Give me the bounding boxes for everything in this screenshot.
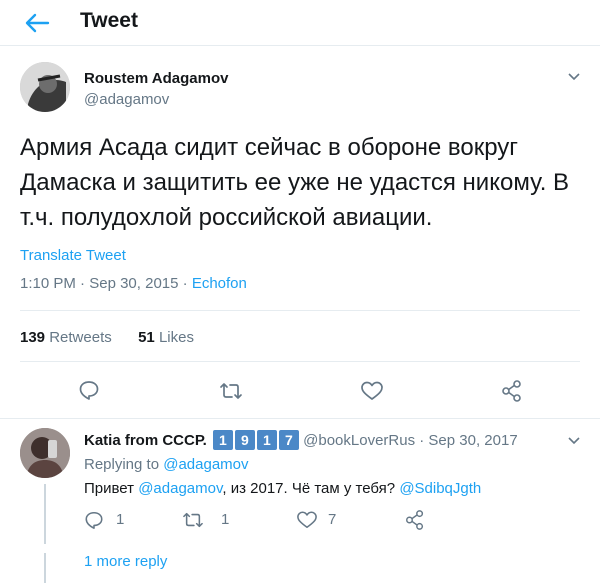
page-title: Tweet bbox=[80, 9, 138, 32]
reply-reply-count: 1 bbox=[116, 511, 125, 528]
reply-icon[interactable] bbox=[78, 379, 100, 401]
likes-label: Likes bbox=[158, 329, 194, 346]
replying-to: Replying to @adagamov bbox=[84, 456, 249, 473]
tweet-stats: 139 Retweets 51 Likes bbox=[20, 329, 194, 346]
divider bbox=[20, 310, 580, 311]
retweet-icon[interactable] bbox=[219, 380, 243, 402]
tweet-time[interactable]: 1:10 PM bbox=[20, 275, 76, 292]
reply-author-photo bbox=[20, 428, 70, 478]
author-photo bbox=[20, 62, 70, 112]
like-icon[interactable] bbox=[360, 380, 384, 402]
reply-author-name[interactable]: Katia from СССР. bbox=[84, 432, 207, 449]
retweet-icon[interactable] bbox=[182, 510, 204, 530]
tweet-text: Армия Асада сидит сейчас в обороне вокру… bbox=[20, 134, 570, 231]
reply-retweet-count: 1 bbox=[221, 511, 230, 528]
badge-digit: 1 bbox=[212, 430, 233, 450]
reply-date[interactable]: Sep 30, 2017 bbox=[428, 432, 517, 449]
avatar[interactable] bbox=[20, 62, 70, 112]
author-handle[interactable]: @adagamov bbox=[84, 91, 169, 108]
divider bbox=[0, 418, 600, 419]
meta-separator: · bbox=[182, 275, 188, 292]
retweets-count: 139 bbox=[20, 329, 46, 346]
chevron-down-icon[interactable] bbox=[567, 72, 581, 82]
retweets-label: Retweets bbox=[49, 329, 112, 346]
meta-separator: · bbox=[419, 432, 425, 449]
likes-count: 51 bbox=[138, 329, 155, 346]
reply-mention[interactable]: @adagamov bbox=[138, 480, 222, 497]
badge-digit: 7 bbox=[278, 430, 299, 450]
badge-digit: 1 bbox=[256, 430, 277, 450]
author-name[interactable]: Roustem Adagamov bbox=[84, 70, 228, 87]
reply-like-count: 7 bbox=[328, 511, 337, 528]
chevron-down-icon[interactable] bbox=[567, 436, 581, 446]
share-icon[interactable] bbox=[404, 509, 426, 531]
reply-avatar[interactable] bbox=[20, 428, 70, 478]
like-icon[interactable] bbox=[296, 510, 318, 530]
translate-tweet-link[interactable]: Translate Tweet bbox=[20, 247, 126, 264]
thread-line bbox=[44, 553, 46, 583]
replying-to-handle[interactable]: @adagamov bbox=[163, 456, 248, 473]
likes-stat[interactable]: 51 Likes bbox=[138, 329, 194, 346]
top-bar: Tweet bbox=[0, 0, 600, 46]
reply-text-greeting: Привет bbox=[84, 480, 135, 497]
reply-header: Katia from СССР. 1917 @bookLoverRus · Se… bbox=[84, 430, 518, 450]
reply-text-body: , из 2017. Чё там у тебя? bbox=[222, 480, 396, 497]
meta-separator: · bbox=[80, 275, 86, 292]
tweet-date[interactable]: Sep 30, 2015 bbox=[89, 275, 178, 292]
reply-icon[interactable] bbox=[84, 510, 104, 530]
tweet-source-link[interactable]: Echofon bbox=[192, 275, 247, 292]
tweet-timestamp: 1:10 PM · Sep 30, 2015 · Echofon bbox=[20, 275, 247, 292]
thread-line bbox=[44, 484, 46, 544]
replying-to-label: Replying to bbox=[84, 456, 160, 473]
share-icon[interactable] bbox=[500, 379, 524, 403]
more-replies-link[interactable]: 1 more reply bbox=[84, 553, 167, 570]
badge-digit: 9 bbox=[234, 430, 255, 450]
back-arrow-icon[interactable] bbox=[22, 10, 52, 36]
reply-text: Привет @adagamov, из 2017. Чё там у тебя… bbox=[84, 480, 481, 497]
reply-mention[interactable]: @SdibqJgth bbox=[399, 480, 481, 497]
divider bbox=[20, 361, 580, 362]
retweets-stat[interactable]: 139 Retweets bbox=[20, 329, 112, 346]
reply-author-handle[interactable]: @bookLoverRus bbox=[303, 432, 415, 449]
